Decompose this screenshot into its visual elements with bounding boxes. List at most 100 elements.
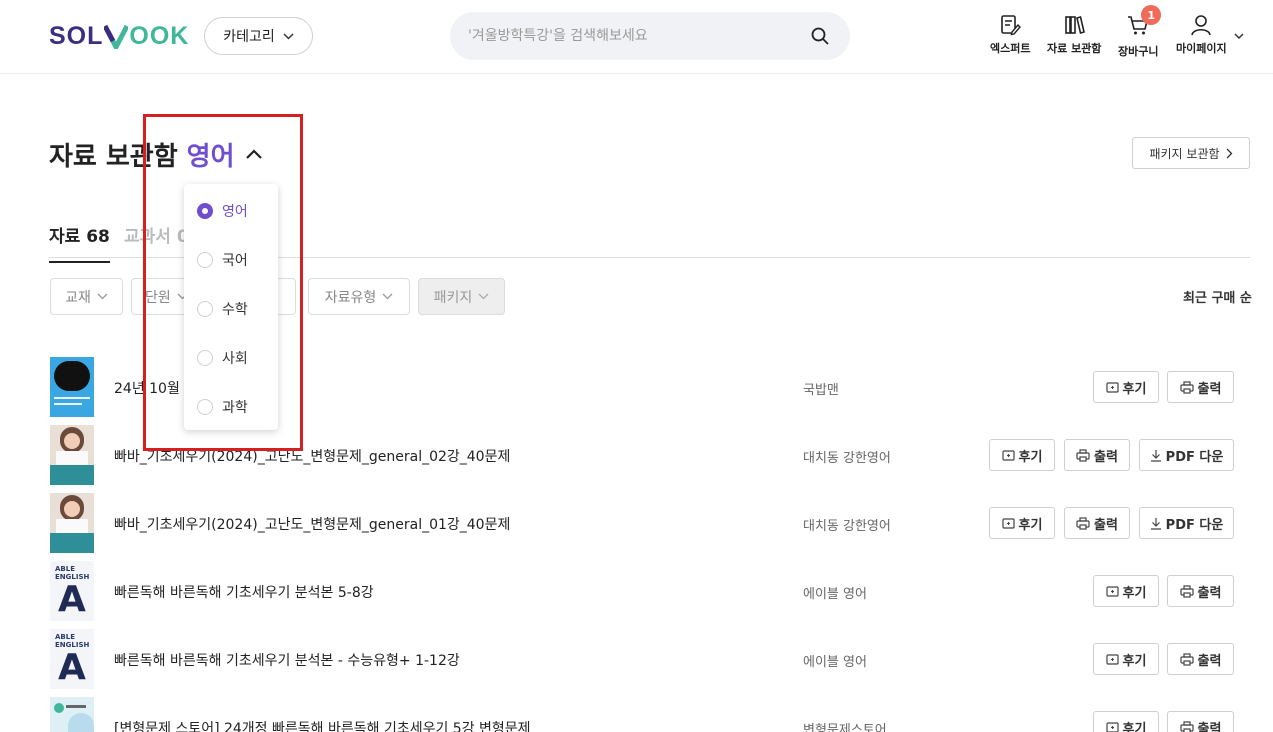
- tab-materials[interactable]: 자료 68: [49, 222, 110, 263]
- download-icon: [1150, 449, 1161, 462]
- seller-name: 에이블 영어: [803, 655, 867, 670]
- download-icon: [1150, 517, 1161, 530]
- thumbnail-letter: A: [58, 647, 86, 688]
- print-button[interactable]: 출력: [1064, 507, 1130, 539]
- review-button[interactable]: 후기: [989, 507, 1055, 539]
- list-item[interactable]: 빠바_기초세우기(2024)_고난도_변형문제_general_02강_40문제…: [49, 425, 1250, 489]
- printer-icon: [1179, 380, 1194, 394]
- review-label: 후기: [1018, 517, 1043, 533]
- radio-unchecked-icon: [197, 301, 213, 317]
- search-icon[interactable]: [810, 26, 830, 46]
- package-library-button[interactable]: 패키지 보관함: [1132, 137, 1250, 169]
- seller-name: 변형문제스토어: [803, 723, 887, 732]
- nav-library-label: 자료 보관함: [1047, 42, 1102, 55]
- print-button[interactable]: 출력: [1167, 711, 1234, 732]
- subject-option-social[interactable]: 사회: [197, 348, 248, 368]
- filter-textbook[interactable]: 교재: [50, 278, 123, 315]
- thumbnail-able-english: ABLE ENGLISH A: [50, 561, 94, 621]
- material-title[interactable]: 빠른독해 바른독해 기초세우기 분석본 - 수능유형+ 1-12강: [114, 650, 460, 670]
- subject-option-english[interactable]: 영어: [197, 201, 248, 221]
- review-icon: [1001, 449, 1015, 461]
- category-label: 카테고리: [223, 29, 275, 45]
- print-label: 출력: [1094, 517, 1118, 533]
- mypage-chevron-down-icon[interactable]: [1234, 33, 1244, 40]
- chevron-down-icon: [382, 293, 393, 300]
- seller-name: 대치동 강한영어: [803, 451, 891, 466]
- filter-type-label: 자료유형: [324, 289, 377, 306]
- print-button[interactable]: 출력: [1167, 371, 1234, 403]
- category-button[interactable]: 카테고리: [204, 17, 313, 55]
- option-label: 영어: [222, 204, 248, 220]
- pdf-download-button[interactable]: PDF 다운: [1139, 507, 1234, 539]
- material-title[interactable]: [변형문제 스토어] 24개정 빠른독해 바른독해 기초세우기 5강 변형문제: [114, 718, 531, 732]
- radio-checked-icon: [197, 203, 213, 219]
- list-item[interactable]: [변형문제 스토어] 24개정 빠른독해 바른독해 기초세우기 5강 변형문제 …: [49, 697, 1250, 732]
- thumbnail-dark-circle: [50, 357, 94, 417]
- logo-text-ook: OOK: [129, 21, 190, 50]
- search-input[interactable]: [468, 24, 798, 48]
- chevron-down-icon: [283, 32, 294, 40]
- review-icon: [1105, 585, 1119, 597]
- material-title[interactable]: 빠바_기초세우기(2024)_고난도_변형문제_general_01강_40문제: [114, 514, 510, 534]
- logo-text-sol: SOL: [49, 21, 104, 50]
- material-title[interactable]: 빠른독해 바른독해 기초세우기 분석본 5-8강: [114, 582, 374, 602]
- nav-library[interactable]: 자료 보관함: [1047, 14, 1101, 56]
- cart-count-badge: 1: [1141, 5, 1162, 25]
- subject-dropdown: 영어 국어 수학 사회 과학: [184, 184, 278, 430]
- filter-material-type[interactable]: 자료유형: [308, 278, 410, 315]
- review-button[interactable]: 후기: [989, 439, 1055, 471]
- print-button[interactable]: 출력: [1064, 439, 1130, 471]
- radio-unchecked-icon: [197, 350, 213, 366]
- review-icon: [1105, 721, 1119, 732]
- review-label: 후기: [1122, 585, 1147, 601]
- nav-expert-label: 엑스퍼트: [990, 42, 1031, 55]
- review-button[interactable]: 후기: [1093, 643, 1159, 675]
- filter-textbook-label: 교재: [65, 289, 91, 306]
- list-item[interactable]: ABLE ENGLISH A 빠른독해 바른독해 기초세우기 분석본 - 수능유…: [49, 629, 1250, 693]
- sort-selector[interactable]: 최근 구매 순: [1183, 287, 1252, 306]
- printer-icon: [1179, 720, 1194, 732]
- search-bar: [450, 12, 850, 60]
- thumbnail-able-english: ABLE ENGLISH A: [50, 629, 94, 689]
- printer-icon: [1076, 516, 1090, 530]
- solvook-logo[interactable]: SOL OOK: [49, 22, 189, 50]
- print-label: 출력: [1197, 381, 1222, 397]
- review-button[interactable]: 후기: [1093, 711, 1159, 732]
- print-button[interactable]: 출력: [1167, 575, 1234, 607]
- pdf-download-button[interactable]: PDF 다운: [1139, 439, 1234, 471]
- nav-mypage[interactable]: 마이페이지: [1176, 14, 1227, 56]
- subject-option-math[interactable]: 수학: [197, 299, 248, 319]
- review-button[interactable]: 후기: [1093, 371, 1159, 403]
- subject-selector[interactable]: 영어: [187, 136, 235, 173]
- option-label: 국어: [222, 253, 248, 269]
- subject-option-science[interactable]: 과학: [197, 397, 248, 417]
- nav-cart[interactable]: 1 장바구니: [1118, 5, 1162, 59]
- thumbnail-student-photo: [50, 493, 94, 553]
- filter-package[interactable]: 패키지: [418, 278, 505, 315]
- option-label: 사회: [222, 351, 248, 367]
- radio-unchecked-icon: [197, 252, 213, 268]
- print-label: 출력: [1197, 585, 1222, 601]
- list-item[interactable]: 빠바_기초세우기(2024)_고난도_변형문제_general_01강_40문제…: [49, 493, 1250, 557]
- page-title: 자료 보관함 영어: [49, 136, 263, 173]
- material-title[interactable]: 빠바_기초세우기(2024)_고난도_변형문제_general_02강_40문제: [114, 446, 510, 466]
- chevron-right-icon: [1226, 148, 1232, 158]
- print-button[interactable]: 출력: [1167, 643, 1234, 675]
- seller-name: 에이블 영어: [803, 587, 867, 602]
- filter-unit-label: 단원: [145, 289, 171, 306]
- tab-textbooks[interactable]: 교과서 0: [124, 222, 189, 247]
- radio-unchecked-icon: [197, 399, 213, 415]
- nav-expert[interactable]: 엑스퍼트: [990, 14, 1030, 56]
- review-button[interactable]: 후기: [1093, 575, 1159, 607]
- chevron-down-icon: [97, 293, 108, 300]
- package-library-label: 패키지 보관함: [1149, 146, 1220, 161]
- nav-mypage-label: 마이페이지: [1176, 42, 1227, 55]
- review-label: 후기: [1018, 449, 1043, 465]
- subject-option-korean[interactable]: 국어: [197, 250, 248, 270]
- review-icon: [1105, 381, 1119, 393]
- review-label: 후기: [1122, 721, 1147, 732]
- chevron-down-icon: [478, 293, 489, 300]
- chevron-up-icon[interactable]: [245, 149, 263, 160]
- printer-icon: [1179, 584, 1194, 598]
- list-item[interactable]: ABLE ENGLISH A 빠른독해 바른독해 기초세우기 분석본 5-8강 …: [49, 561, 1250, 625]
